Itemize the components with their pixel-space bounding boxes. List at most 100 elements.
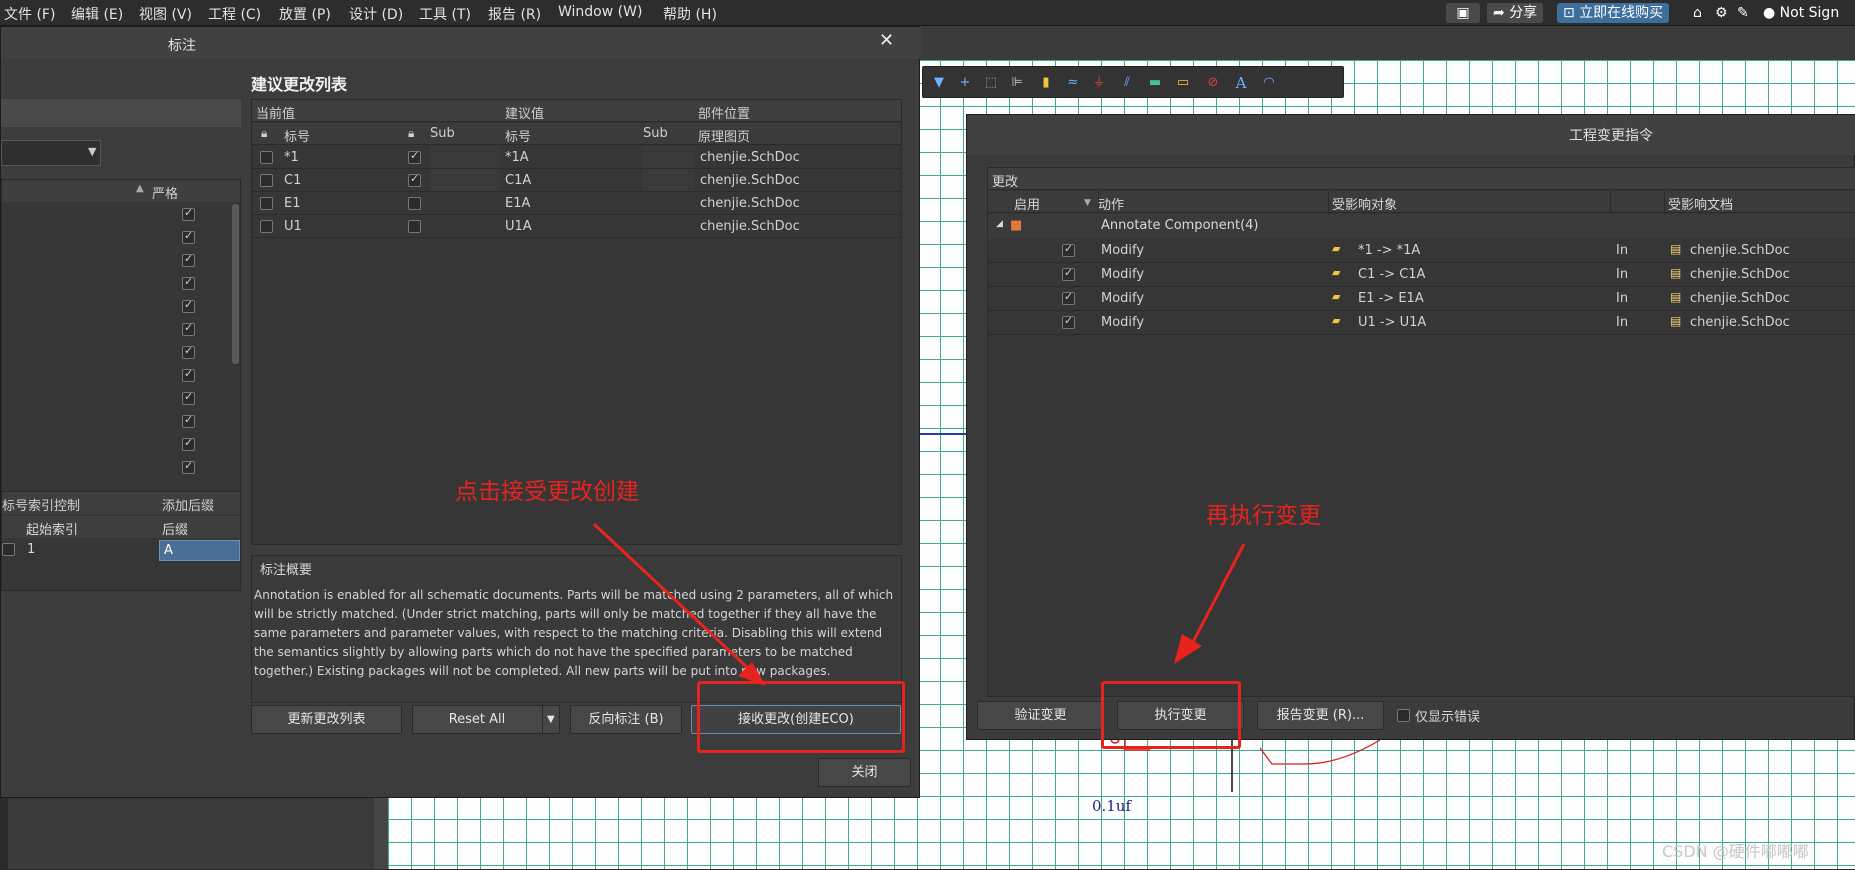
object-cell: *1 -> *1A bbox=[1358, 243, 1421, 258]
validate-changes-button[interactable]: 验证变更 bbox=[977, 701, 1104, 730]
row-checkbox[interactable] bbox=[260, 197, 273, 210]
menu-file[interactable]: 文件 (F) bbox=[4, 4, 55, 24]
share-label: 分享 bbox=[1509, 5, 1538, 21]
summary-text: Annotation is enabled for all schematic … bbox=[254, 588, 894, 678]
table-row[interactable]: Modify ▰ E1 -> E1A In ▤ chenjie.SchDoc bbox=[988, 287, 1855, 311]
row-checkbox[interactable] bbox=[260, 151, 273, 164]
enable-checkbox[interactable] bbox=[1062, 290, 1075, 305]
col-designator: 标号 bbox=[284, 130, 311, 145]
sub-cell bbox=[643, 146, 695, 168]
strict-checkbox[interactable] bbox=[182, 390, 195, 405]
lock-checkbox[interactable] bbox=[408, 172, 421, 187]
strict-checkbox[interactable] bbox=[182, 252, 195, 267]
strict-checkbox[interactable] bbox=[182, 344, 195, 359]
object-cell: C1 -> C1A bbox=[1358, 267, 1426, 282]
start-index-value[interactable]: 1 bbox=[27, 542, 35, 557]
collapse-icon[interactable]: ◢ bbox=[996, 219, 1003, 229]
user-menu[interactable]: ● Not Sign bbox=[1757, 3, 1845, 23]
menu-tools[interactable]: 工具 (T) bbox=[419, 4, 471, 24]
buy-online-button[interactable]: ⊡ 立即在线购买 bbox=[1557, 3, 1670, 23]
menu-view[interactable]: 视图 (V) bbox=[139, 4, 192, 24]
index-control-label: 标号索引控制 bbox=[2, 499, 81, 514]
strict-checkbox[interactable] bbox=[182, 206, 195, 221]
reset-all-button[interactable]: Reset All ▼ bbox=[412, 705, 560, 734]
crosshair-icon[interactable]: + bbox=[957, 75, 973, 91]
eco-group-row[interactable]: ◢ ■ Annotate Component(4) bbox=[988, 214, 1855, 238]
lock-checkbox[interactable] bbox=[408, 220, 421, 233]
menu-help[interactable]: 帮助 (H) bbox=[663, 4, 717, 24]
enable-checkbox[interactable] bbox=[1062, 266, 1075, 281]
enable-checkbox[interactable] bbox=[1062, 242, 1075, 257]
object-cell: E1 -> E1A bbox=[1358, 291, 1424, 306]
menu-window[interactable]: Window (W) bbox=[558, 4, 642, 20]
table-row[interactable]: Modify ▰ U1 -> U1A In ▤ chenjie.SchDoc bbox=[988, 311, 1855, 335]
enable-checkbox[interactable] bbox=[1062, 314, 1075, 329]
net-label-icon[interactable]: ▭ bbox=[1175, 75, 1191, 91]
menu-place[interactable]: 放置 (P) bbox=[279, 4, 331, 24]
menu-design[interactable]: 设计 (D) bbox=[349, 4, 403, 24]
align-icon[interactable]: ⊫ bbox=[1009, 75, 1025, 91]
order-dropdown[interactable]: ▼ bbox=[1, 140, 101, 166]
gear-icon[interactable]: ⚙ bbox=[1709, 3, 1734, 23]
update-changes-button[interactable]: 更新更改列表 bbox=[251, 705, 402, 734]
start-index-label: 起始索引 bbox=[26, 523, 79, 538]
menu-reports[interactable]: 报告 (R) bbox=[488, 4, 541, 24]
strict-checkbox[interactable] bbox=[182, 367, 195, 382]
strict-checkbox[interactable] bbox=[182, 298, 195, 313]
bus-icon[interactable]: ⫽ bbox=[1119, 75, 1135, 91]
menu-project[interactable]: 工程 (C) bbox=[208, 4, 261, 24]
strict-checkbox[interactable] bbox=[182, 321, 195, 336]
object-cell: U1 -> U1A bbox=[1358, 315, 1427, 330]
ground-icon[interactable]: ⏚ bbox=[1091, 75, 1107, 91]
in-cell: In bbox=[1616, 315, 1629, 330]
current-designator: U1 bbox=[284, 219, 302, 234]
lock-checkbox[interactable] bbox=[408, 197, 421, 210]
row-checkbox[interactable] bbox=[260, 220, 273, 233]
in-cell: In bbox=[1616, 243, 1629, 258]
strict-checkbox[interactable] bbox=[182, 275, 195, 290]
strict-checkbox[interactable] bbox=[182, 436, 195, 451]
strict-checkbox[interactable] bbox=[182, 459, 195, 474]
close-button[interactable]: 关闭 bbox=[818, 758, 911, 787]
user-icon: ● bbox=[1763, 5, 1776, 21]
col-enable: 启用 bbox=[1014, 198, 1041, 213]
table-row[interactable]: Modify ▰ *1 -> *1A In ▤ chenjie.SchDoc bbox=[988, 239, 1855, 263]
no-erc-icon[interactable]: ⊘ bbox=[1205, 75, 1221, 91]
lock-checkbox[interactable] bbox=[408, 149, 421, 164]
back-annotate-button[interactable]: 反向标注 (B) bbox=[570, 705, 682, 734]
row-checkbox[interactable] bbox=[260, 174, 273, 187]
action-cell: Modify bbox=[1101, 315, 1145, 330]
suffix-input[interactable]: A bbox=[159, 540, 240, 561]
chevron-down-icon[interactable]: ▼ bbox=[547, 706, 555, 733]
strict-checkbox[interactable] bbox=[182, 413, 195, 428]
table-row[interactable]: Modify ▰ C1 -> C1A In ▤ chenjie.SchDoc bbox=[988, 263, 1855, 287]
table-row[interactable]: C1 C1A chenjie.SchDoc bbox=[252, 169, 901, 192]
share-button[interactable]: ➦ 分享 bbox=[1487, 3, 1544, 23]
left-panel-scrollbar[interactable] bbox=[374, 790, 388, 869]
menu-edit[interactable]: 编辑 (E) bbox=[71, 4, 123, 24]
group-location: 部件位置 bbox=[698, 107, 751, 122]
table-row[interactable]: E1 E1A chenjie.SchDoc bbox=[252, 192, 901, 215]
col-divider bbox=[1328, 191, 1329, 213]
comment-icon[interactable]: ▣ bbox=[1446, 3, 1480, 23]
filter-icon[interactable]: ▼ bbox=[931, 75, 947, 91]
report-changes-button[interactable]: 报告变更 (R)... bbox=[1257, 701, 1384, 730]
home-icon[interactable]: ⌂ bbox=[1687, 3, 1708, 23]
table-row[interactable]: *1 *1A chenjie.SchDoc bbox=[252, 146, 901, 169]
only-show-errors-checkbox[interactable] bbox=[1397, 709, 1410, 722]
wrench-icon[interactable]: ✎ bbox=[1731, 3, 1755, 23]
index-enable-checkbox[interactable] bbox=[2, 543, 15, 556]
component-icon[interactable]: ▮ bbox=[1038, 75, 1054, 91]
arc-icon[interactable]: ◠ bbox=[1261, 75, 1277, 91]
table-row[interactable]: U1 U1A chenjie.SchDoc bbox=[252, 215, 901, 238]
strict-checkbox[interactable] bbox=[182, 229, 195, 244]
select-rect-icon[interactable]: ⬚ bbox=[983, 75, 999, 91]
close-icon[interactable]: ✕ bbox=[879, 30, 894, 51]
capacitor-value-label: 0.1uf bbox=[1092, 797, 1132, 815]
port-icon[interactable]: ▬ bbox=[1147, 75, 1163, 91]
matching-table-scrollbar[interactable] bbox=[232, 204, 239, 364]
wire-icon[interactable]: ≈ bbox=[1065, 75, 1081, 91]
text-icon[interactable]: A bbox=[1233, 75, 1249, 91]
current-designator: *1 bbox=[284, 150, 299, 165]
sheet-cell: chenjie.SchDoc bbox=[700, 173, 800, 188]
